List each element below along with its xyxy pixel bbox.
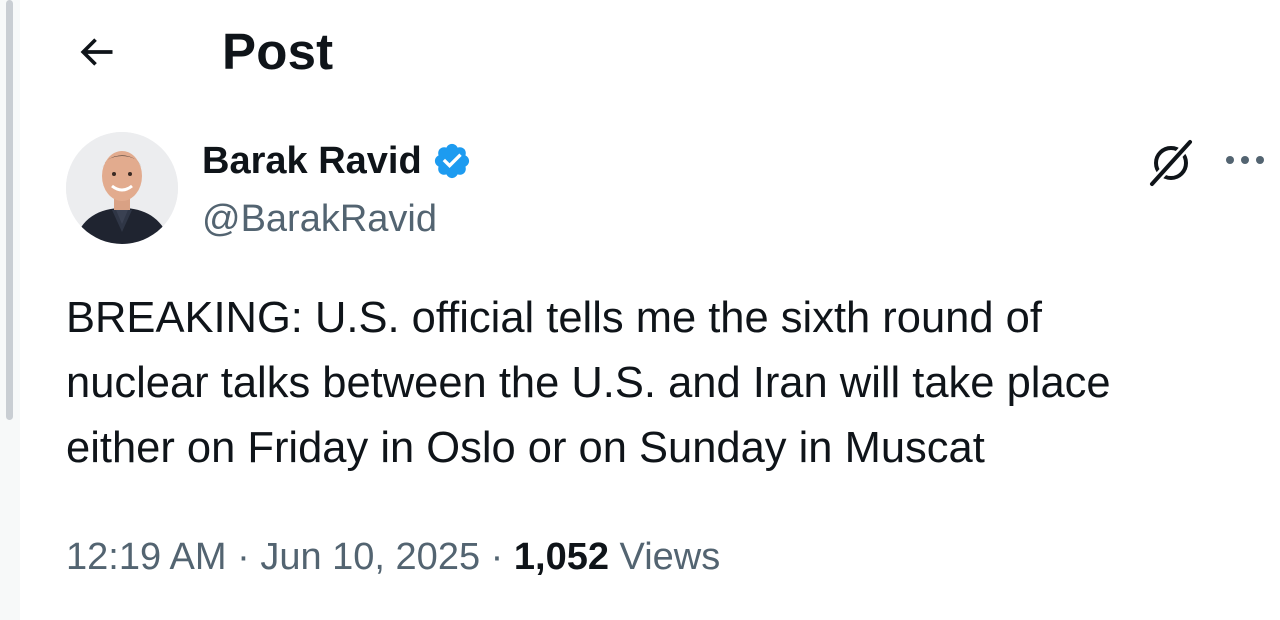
author-handle[interactable]: @BarakRavid bbox=[202, 196, 472, 242]
meta-separator: · bbox=[237, 536, 250, 578]
author-name-row: Barak Ravid bbox=[202, 138, 472, 184]
author-display-name[interactable]: Barak Ravid bbox=[202, 138, 422, 184]
user-avatar-icon bbox=[66, 132, 178, 244]
avatar[interactable] bbox=[66, 132, 178, 244]
arrow-left-icon bbox=[80, 38, 113, 66]
views-count: 1,052 bbox=[513, 536, 609, 578]
scrollbar-thumb[interactable] bbox=[6, 0, 13, 420]
post-date[interactable]: Jun 10, 2025 bbox=[260, 536, 480, 578]
grok-button[interactable] bbox=[1143, 134, 1199, 190]
post-header: Post bbox=[20, 0, 1280, 104]
left-scroll-rail bbox=[0, 0, 20, 620]
grok-icon bbox=[1148, 138, 1194, 187]
back-button[interactable] bbox=[70, 26, 122, 78]
verified-badge-icon bbox=[434, 143, 469, 179]
views-label: Views bbox=[619, 536, 721, 578]
page-title: Post bbox=[222, 23, 334, 80]
more-options-button[interactable] bbox=[1222, 140, 1268, 180]
post-text: BREAKING: U.S. official tells me the six… bbox=[66, 294, 1111, 472]
more-options-icon bbox=[1226, 156, 1264, 164]
author-info: Barak Ravid @BarakRavid bbox=[202, 138, 472, 242]
meta-separator-2: · bbox=[490, 536, 504, 578]
post-time[interactable]: 12:19 AM bbox=[66, 536, 227, 578]
post-metadata: 12:19 AM · Jun 10, 2025 · 1,052 Views bbox=[66, 533, 720, 581]
